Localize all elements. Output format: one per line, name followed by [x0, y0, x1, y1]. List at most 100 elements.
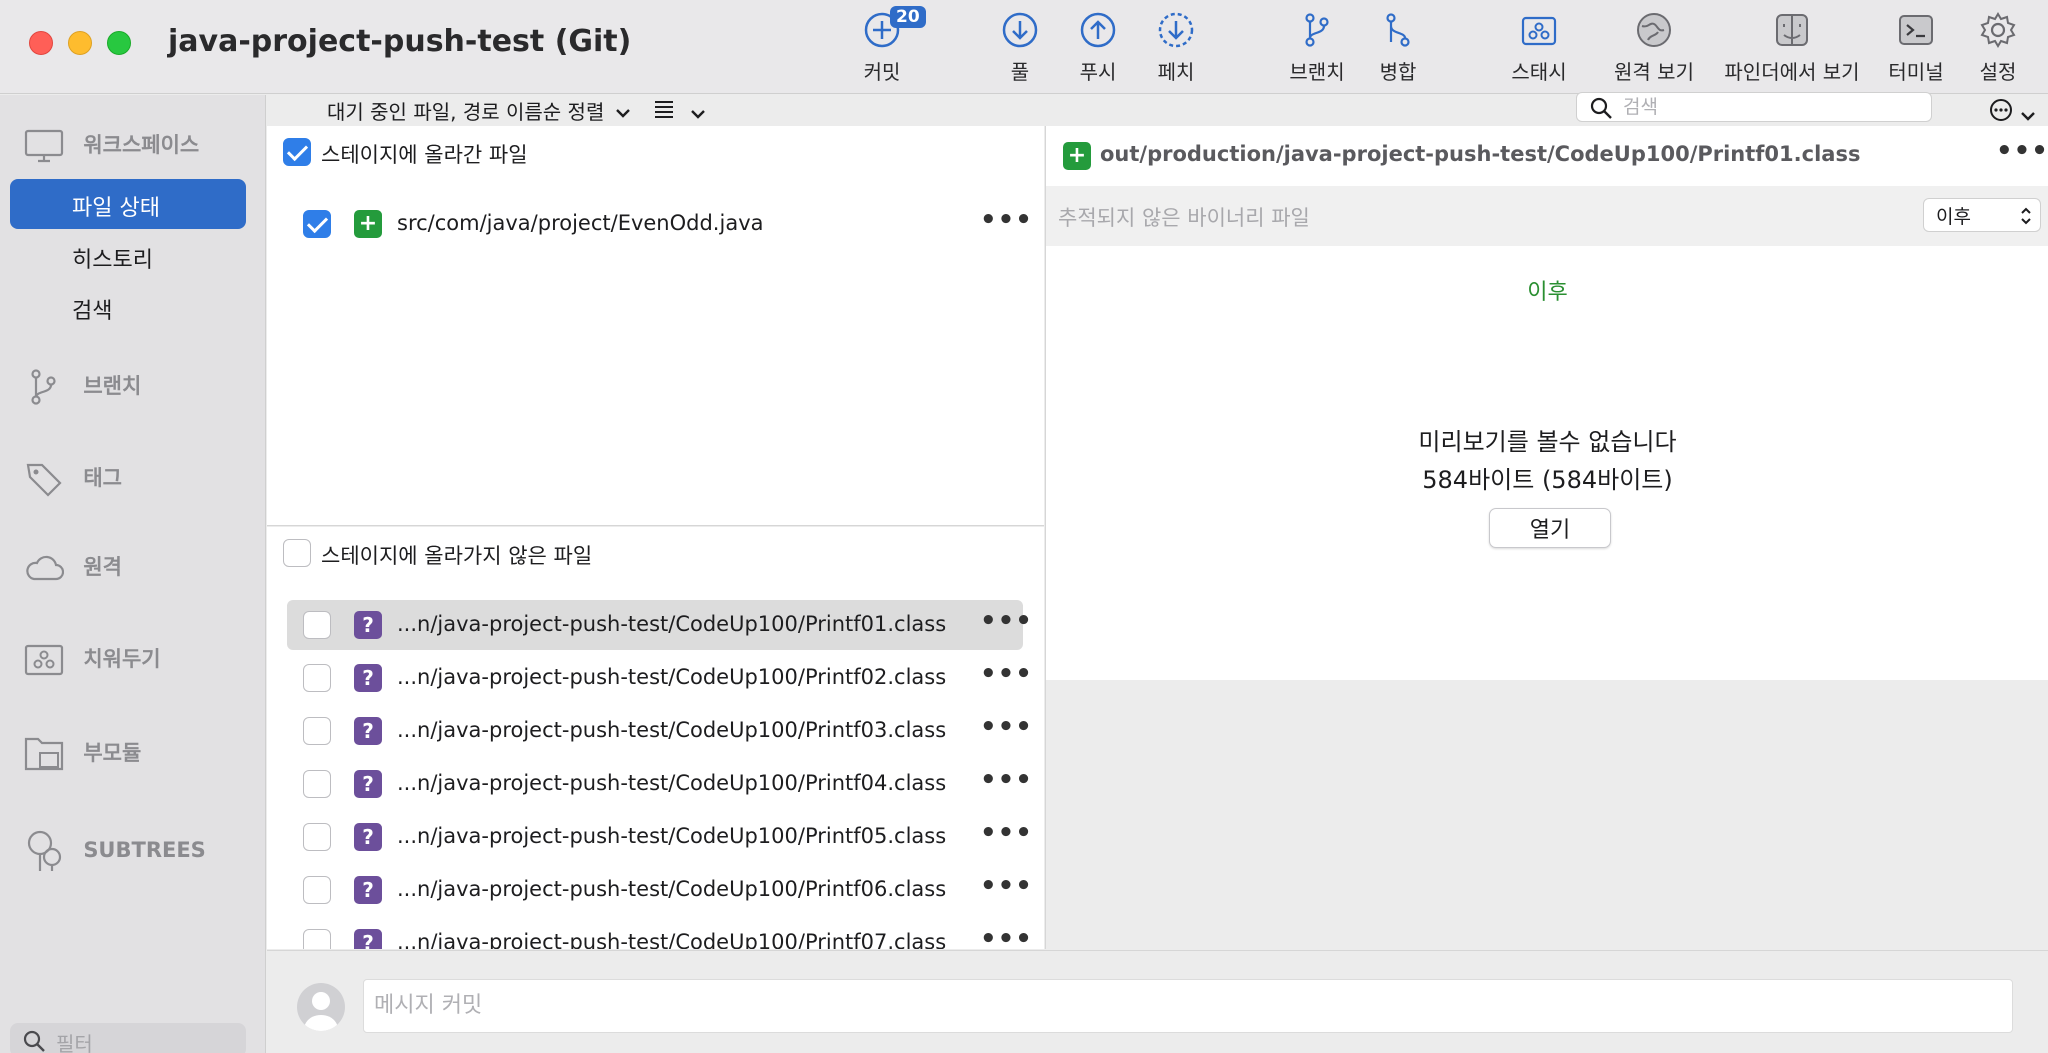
monitor-icon — [24, 129, 64, 163]
open-file-button[interactable]: 열기 — [1489, 508, 1611, 548]
file-name: ...n/java-project-push-test/CodeUp100/Pr… — [397, 665, 947, 689]
branch-icon — [31, 369, 56, 405]
branch-icon — [1305, 13, 1329, 47]
unstaged-file-row[interactable]: ? ...n/java-project-push-test/CodeUp100/… — [287, 653, 1032, 703]
finder-view-label: 파인더에서 보기 — [1724, 60, 1860, 84]
unstaged-file-row[interactable]: ? ...n/java-project-push-test/CodeUp100/… — [287, 865, 1032, 915]
staged-file-row[interactable]: + src/com/java/project/EvenOdd.java ••• — [287, 199, 1032, 249]
staged-select-all-checkbox[interactable] — [283, 138, 311, 166]
more-options-dropdown[interactable] — [1989, 98, 2036, 126]
after-label: 이후 — [1527, 280, 1568, 305]
pull-icon — [1002, 12, 1038, 48]
untracked-status-icon: ? — [354, 611, 382, 639]
tag-icon — [26, 463, 62, 497]
unstaged-file-checkbox[interactable] — [303, 664, 331, 692]
diff-more-actions-icon[interactable]: ••• — [1996, 136, 2048, 166]
sidebar-remotes-header[interactable]: 원격 — [24, 551, 122, 585]
unstaged-section-title: 스테이지에 올라가지 않은 파일 — [321, 544, 593, 568]
view-mode-dropdown[interactable] — [653, 98, 706, 124]
diff-file-path: out/production/java-project-push-test/Co… — [1100, 142, 1861, 166]
no-preview-message: 미리보기를 볼수 없습니다 — [1418, 428, 1677, 456]
more-actions-icon[interactable]: ••• — [980, 818, 1033, 848]
sidebar-branches-header[interactable]: 브랜치 — [24, 367, 141, 407]
close-window-button[interactable] — [29, 31, 53, 55]
diff-file-type: 추적되지 않은 바이너리 파일 — [1058, 206, 1310, 230]
finder-icon — [1776, 14, 1808, 46]
remote-view-label: 원격 보기 — [1614, 60, 1694, 84]
more-actions-icon[interactable]: ••• — [980, 712, 1033, 742]
sidebar-item-file-status[interactable]: 파일 상태 — [10, 179, 246, 229]
stash-icon — [1521, 16, 1557, 46]
more-actions-icon[interactable]: ••• — [980, 205, 1033, 235]
sidebar-item-history[interactable]: 히스토리 — [72, 242, 153, 274]
tree-icon — [27, 830, 62, 871]
unstaged-file-checkbox[interactable] — [303, 823, 331, 851]
unstaged-file-row[interactable]: ? ...n/java-project-push-test/CodeUp100/… — [287, 600, 1032, 650]
chevron-down-icon — [2021, 112, 2035, 121]
settings-button[interactable]: 설정 — [1954, 10, 2042, 90]
staged-section-title: 스테이지에 올라간 파일 — [321, 143, 528, 167]
more-actions-icon[interactable]: ••• — [980, 606, 1033, 636]
unstaged-file-checkbox[interactable] — [303, 929, 331, 949]
unstaged-file-row[interactable]: ? ...n/java-project-push-test/CodeUp100/… — [287, 918, 1032, 949]
fetch-button[interactable]: 페치 — [1116, 10, 1236, 90]
up-down-chevron-icon — [2021, 207, 2031, 225]
more-actions-icon[interactable]: ••• — [980, 765, 1033, 795]
user-icon — [303, 992, 339, 1031]
window-title: java-project-push-test (Git) — [168, 24, 632, 59]
sidebar-stashes-header[interactable]: 치워두기 — [24, 643, 161, 677]
sidebar-workspace-header: 워크스페이스 — [24, 129, 199, 163]
sidebar-subtrees-header[interactable]: SUBTREES — [24, 829, 206, 873]
unstaged-file-row[interactable]: ? ...n/java-project-push-test/CodeUp100/… — [287, 812, 1032, 862]
search-field[interactable] — [1576, 92, 1932, 122]
remote-view-button[interactable]: 원격 보기 — [1594, 10, 1714, 90]
staged-file-checkbox[interactable] — [303, 210, 331, 238]
commit-button[interactable]: 20 커밋 — [822, 6, 942, 90]
chevron-down-icon — [691, 110, 705, 119]
more-actions-icon[interactable]: ••• — [980, 871, 1033, 901]
unstaged-file-checkbox[interactable] — [303, 876, 331, 904]
sort-bar: 대기 중인 파일, 경로 이름순 정렬 — [267, 92, 2048, 126]
cloud-icon — [26, 555, 65, 581]
unstaged-select-all-checkbox[interactable] — [283, 539, 311, 567]
untracked-status-icon: ? — [354, 876, 382, 904]
diff-panel: + out/production/java-project-push-test/… — [1045, 126, 2048, 949]
sidebar-item-search[interactable]: 검색 — [72, 293, 112, 325]
search-icon — [1590, 97, 1612, 119]
gear-icon — [1980, 12, 2016, 48]
file-name: src/com/java/project/EvenOdd.java — [397, 211, 764, 235]
staged-files-panel: 스테이지에 올라간 파일 + src/com/java/project/Even… — [267, 126, 1044, 526]
unstaged-file-row[interactable]: ? ...n/java-project-push-test/CodeUp100/… — [287, 759, 1032, 809]
untracked-status-icon: ? — [354, 929, 382, 949]
unstaged-file-row[interactable]: ? ...n/java-project-push-test/CodeUp100/… — [287, 706, 1032, 756]
unstaged-file-checkbox[interactable] — [303, 717, 331, 745]
file-name: ...n/java-project-push-test/CodeUp100/Pr… — [397, 771, 947, 795]
sidebar-filter-input[interactable]: 필터 — [10, 1023, 246, 1053]
settings-label: 설정 — [1979, 60, 2017, 84]
more-actions-icon[interactable]: ••• — [980, 659, 1033, 689]
file-name: ...n/java-project-push-test/CodeUp100/Pr… — [397, 718, 947, 742]
zoom-window-button[interactable] — [107, 31, 131, 55]
commit-area — [267, 950, 2048, 1053]
push-icon — [1080, 12, 1116, 48]
search-icon — [23, 1030, 45, 1052]
merge-button[interactable]: 병합 — [1338, 10, 1458, 90]
stash-button[interactable]: 스태시 — [1479, 10, 1599, 90]
diff-preview: 이후 미리보기를 볼수 없습니다 584바이트 (584바이트) 열기 — [1046, 246, 2048, 680]
unstaged-file-checkbox[interactable] — [303, 770, 331, 798]
more-actions-icon[interactable]: ••• — [980, 924, 1033, 949]
commit-message-field[interactable] — [363, 979, 2013, 1033]
window-toolbar: java-project-push-test (Git) 20 커밋 풀 푸시 … — [0, 0, 2048, 94]
sort-dropdown[interactable]: 대기 중인 파일, 경로 이름순 정렬 — [327, 96, 631, 125]
sidebar-tags-header[interactable]: 태그 — [24, 459, 122, 499]
commit-message-input[interactable] — [374, 990, 1994, 1020]
file-name: ...n/java-project-push-test/CodeUp100/Pr… — [397, 612, 947, 636]
sidebar-submodules-header[interactable]: 부모듈 — [24, 735, 141, 773]
minimize-window-button[interactable] — [68, 31, 92, 55]
terminal-icon — [1899, 15, 1933, 45]
diff-version-select[interactable]: 이후 — [1923, 198, 2041, 232]
commit-label: 커밋 — [863, 60, 901, 84]
unstaged-file-checkbox[interactable] — [303, 611, 331, 639]
finder-view-button[interactable]: 파인더에서 보기 — [1722, 10, 1862, 90]
search-input[interactable] — [1623, 95, 1913, 119]
